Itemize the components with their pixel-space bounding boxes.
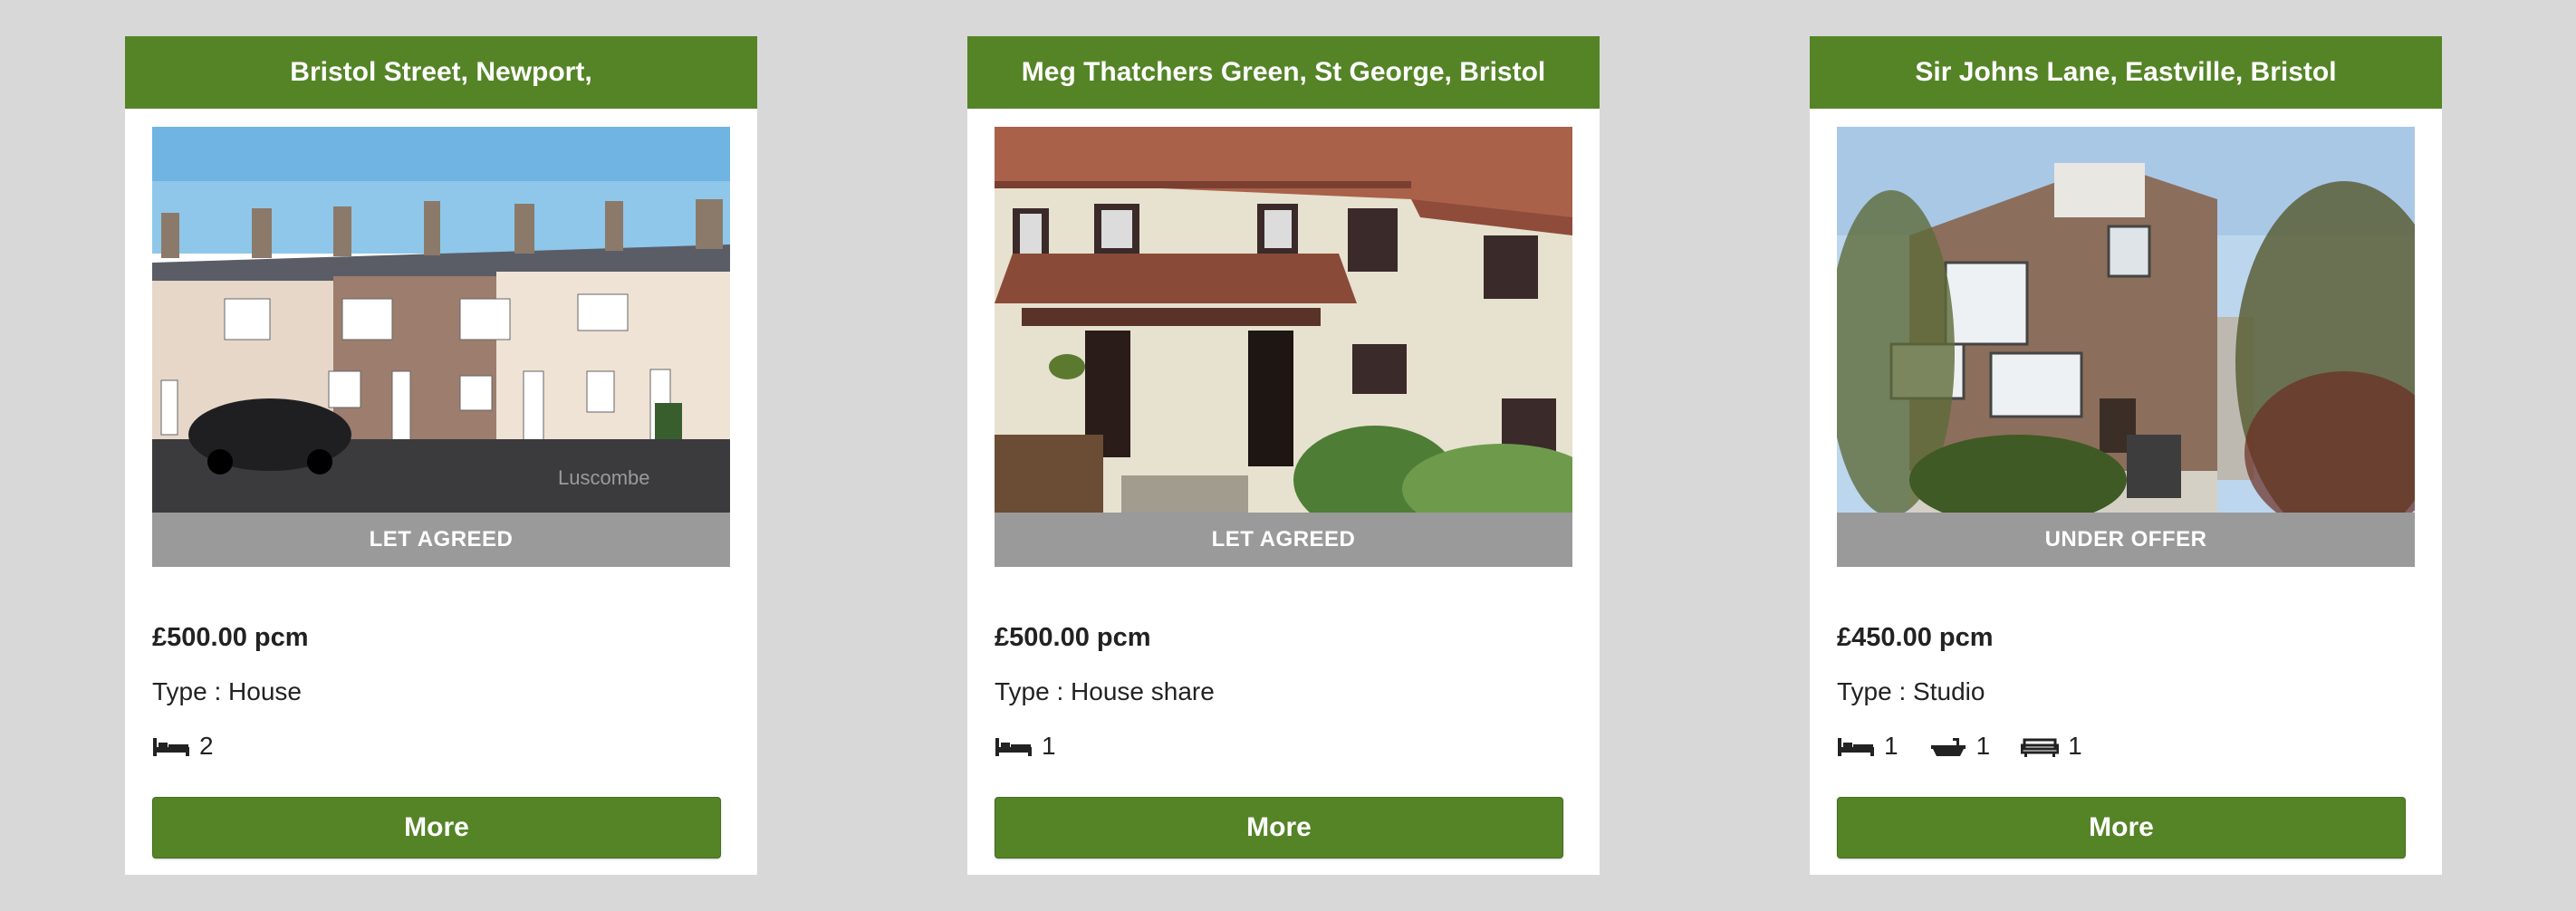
property-photo[interactable] [995,127,1572,513]
bedrooms-count: 2 [199,732,214,760]
more-button[interactable]: More [152,797,721,858]
property-card: Meg Thatchers Green, St George, Bristol [967,36,1600,875]
property-features: 2 [152,732,245,761]
property-title[interactable]: Sir Johns Lane, Eastville, Bristol [1810,36,2442,109]
property-card: Sir Johns Lane, Eastville, Bristol UNDER… [1810,36,2442,875]
property-price: £500.00 pcm [152,623,309,652]
bed-icon [153,738,189,756]
sofa-icon [2021,738,2060,757]
receptions-count: 1 [2068,732,2082,760]
more-button[interactable]: More [995,797,1563,858]
status-badge: UNDER OFFER [1837,513,2415,567]
bedrooms-count: 1 [1884,732,1898,760]
property-features: 1 [995,732,1087,761]
bedrooms-count: 1 [1042,732,1056,760]
bed-icon [995,738,1032,756]
photo-watermark: Luscombe [558,466,650,489]
bed-icon [1838,738,1874,756]
status-badge: LET AGREED [152,513,730,567]
bedrooms-feature: 1 [995,732,1056,761]
bathrooms-count: 1 [1975,732,1991,760]
bedrooms-feature: 1 [1837,732,1898,761]
bath-icon [1930,738,1966,756]
bedrooms-feature: 2 [152,732,214,761]
receptions-feature: 1 [2021,732,2082,761]
property-type: Type : Studio [1837,677,1985,705]
property-title[interactable]: Bristol Street, Newport, [125,36,757,109]
property-features: 1 1 1 [1837,732,2113,761]
status-badge: LET AGREED [995,513,1572,567]
property-photo[interactable]: Luscombe [152,127,730,513]
property-type: Type : House [152,677,302,705]
more-button[interactable]: More [1837,797,2406,858]
property-title[interactable]: Meg Thatchers Green, St George, Bristol [967,36,1600,109]
property-photo[interactable] [1837,127,2415,513]
property-card: Bristol Street, Newport, Luscombe LET AG… [125,36,757,875]
property-price: £500.00 pcm [995,623,1151,652]
bathrooms-feature: 1 [1929,732,1991,761]
property-type: Type : House share [995,677,1215,705]
property-price: £450.00 pcm [1837,623,1994,652]
